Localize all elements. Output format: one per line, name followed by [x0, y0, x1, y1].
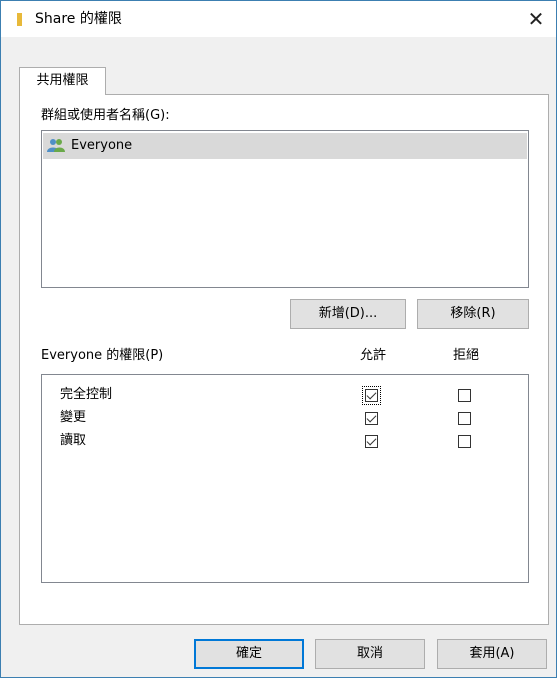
groups-label: 群組或使用者名稱(G):: [41, 108, 170, 123]
permission-name-read: 讀取: [60, 433, 87, 448]
close-button[interactable]: ✕: [521, 5, 551, 33]
allow-change-checkbox[interactable]: [365, 412, 378, 425]
list-item-label: Everyone: [71, 138, 133, 153]
folder-icon: [17, 13, 22, 26]
permissions-label: Everyone 的權限(P): [41, 348, 164, 363]
deny-full-control-checkbox[interactable]: [458, 389, 471, 402]
apply-button[interactable]: 套用(A): [437, 639, 547, 669]
cancel-button[interactable]: 取消: [315, 639, 425, 669]
ok-button[interactable]: 確定: [194, 639, 304, 669]
tab-share-permissions[interactable]: 共用權限: [19, 67, 106, 95]
add-button[interactable]: 新增(D)...: [290, 299, 406, 329]
list-item-everyone[interactable]: Everyone: [43, 133, 527, 159]
deny-column-header: 拒絕: [453, 348, 480, 363]
deny-read-checkbox[interactable]: [458, 435, 471, 448]
allow-column-header: 允許: [360, 348, 387, 363]
permission-name-change: 變更: [60, 410, 87, 425]
title-bar[interactable]: Share 的權限 ✕: [1, 1, 556, 37]
allow-full-control-checkbox[interactable]: [362, 386, 381, 405]
allow-read-checkbox[interactable]: [365, 435, 378, 448]
users-icon: [47, 139, 65, 152]
window-title: Share 的權限: [35, 11, 122, 27]
remove-button[interactable]: 移除(R): [417, 299, 529, 329]
groups-list[interactable]: Everyone: [41, 130, 529, 288]
permissions-dialog: Share 的權限 ✕ 共用權限 群組或使用者名稱(G): Everyone 新…: [0, 0, 557, 678]
permissions-list: 完全控制 變更 讀取: [41, 374, 529, 583]
permission-name-full-control: 完全控制: [60, 387, 113, 402]
deny-change-checkbox[interactable]: [458, 412, 471, 425]
